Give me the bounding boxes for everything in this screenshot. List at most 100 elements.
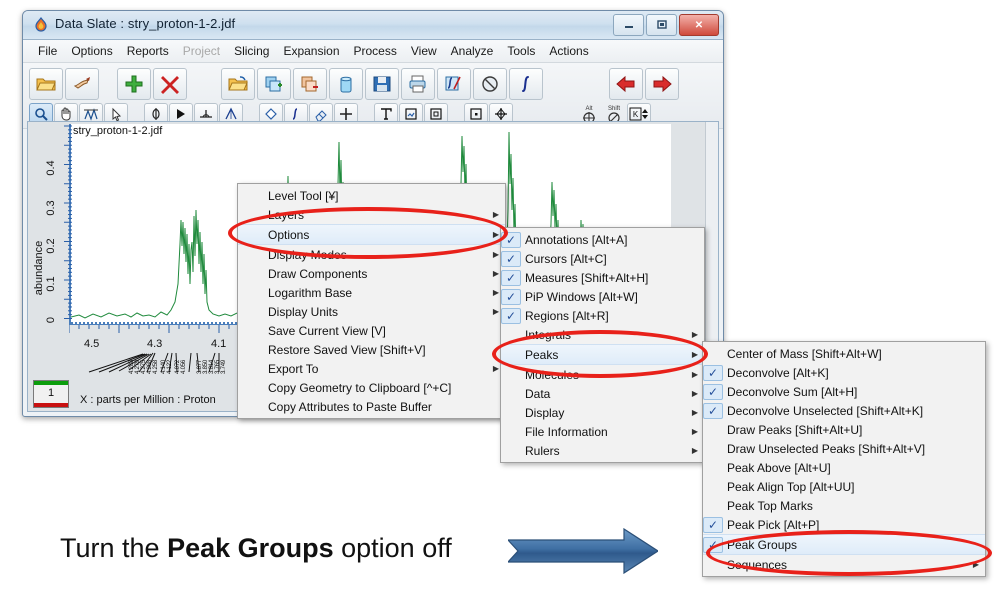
y-tick-1: 0.1 bbox=[45, 273, 57, 295]
menu-item-copy-geometry-to-clipboard-c[interactable]: Copy Geometry to Clipboard [^+C] bbox=[238, 378, 505, 397]
menu-slicing[interactable]: Slicing bbox=[227, 42, 276, 60]
add-plus-icon[interactable] bbox=[117, 68, 151, 100]
menu-options[interactable]: Options bbox=[64, 42, 119, 60]
integral-icon[interactable] bbox=[509, 68, 543, 100]
menu-item-label: Deconvolve Sum [Alt+H] bbox=[723, 385, 965, 399]
status-text: X : parts per Million : Proton bbox=[80, 394, 216, 406]
menu-file[interactable]: File bbox=[31, 42, 64, 60]
menu-item-label: Data bbox=[521, 387, 678, 401]
menu-item-label: Deconvolve Unselected [Shift+Alt+K] bbox=[723, 404, 965, 418]
minimize-button[interactable] bbox=[613, 14, 644, 36]
menu-item-measures-shift-alt-h[interactable]: ✓Measures [Shift+Alt+H] bbox=[501, 268, 704, 287]
menu-item-display[interactable]: Display▶ bbox=[501, 403, 704, 422]
menu-item-label: Rulers bbox=[521, 444, 678, 458]
menu-item-peak-top-marks[interactable]: Peak Top Marks bbox=[703, 496, 985, 515]
pointer-hand-icon[interactable] bbox=[65, 68, 99, 100]
close-button[interactable]: ✕ bbox=[679, 14, 719, 36]
menu-actions[interactable]: Actions bbox=[542, 42, 595, 60]
chevron-right-icon: ▶ bbox=[678, 370, 698, 379]
menu-item-draw-components[interactable]: Draw Components▶ bbox=[238, 264, 505, 283]
menu-item-rulers[interactable]: Rulers▶ bbox=[501, 441, 704, 460]
page-indicator[interactable]: 1 bbox=[33, 380, 69, 408]
menu-item-options[interactable]: Options▶ bbox=[238, 224, 505, 245]
menu-item-pip-windows-alt-w[interactable]: ✓PiP Windows [Alt+W] bbox=[501, 287, 704, 306]
menu-item-label: Annotations [Alt+A] bbox=[521, 233, 684, 247]
menu-item-save-current-view-v[interactable]: Save Current View [V] bbox=[238, 321, 505, 340]
svg-text:Shift: Shift bbox=[608, 106, 620, 112]
svg-text:K: K bbox=[633, 110, 639, 119]
integral-data-icon[interactable] bbox=[437, 68, 471, 100]
menu-item-logarithm-base[interactable]: Logarithm Base▶ bbox=[238, 283, 505, 302]
cancel-circle-icon[interactable] bbox=[473, 68, 507, 100]
open-data-icon[interactable] bbox=[221, 68, 255, 100]
submenu-peaks[interactable]: Center of Mass [Shift+Alt+W]✓Deconvolve … bbox=[702, 341, 986, 577]
instruction-arrow-icon bbox=[508, 528, 658, 579]
menu-item-data[interactable]: Data▶ bbox=[501, 384, 704, 403]
menu-item-level-tool[interactable]: Level Tool [¥] bbox=[238, 186, 505, 205]
menu-item-label: Export To bbox=[264, 362, 479, 376]
menu-tools[interactable]: Tools bbox=[500, 42, 542, 60]
context-menu-view-options[interactable]: Level Tool [¥]Layers▶Options▶Display Mod… bbox=[237, 183, 506, 419]
menu-item-annotations-alt-a[interactable]: ✓Annotations [Alt+A] bbox=[501, 230, 704, 249]
chevron-right-icon: ▶ bbox=[678, 427, 698, 436]
menu-item-label: Copy Attributes to Paste Buffer bbox=[264, 400, 485, 414]
menu-item-sequences[interactable]: Sequences▶ bbox=[703, 555, 985, 574]
menu-view[interactable]: View bbox=[404, 42, 444, 60]
menu-item-integrals[interactable]: Integrals▶ bbox=[501, 325, 704, 344]
remove-cross-icon[interactable] bbox=[153, 68, 187, 100]
open-folder-icon[interactable] bbox=[29, 68, 63, 100]
menu-item-label: Deconvolve [Alt+K] bbox=[723, 366, 965, 380]
maximize-button[interactable] bbox=[646, 14, 677, 36]
y-tick-3: 0.3 bbox=[45, 197, 57, 219]
menu-item-peak-groups[interactable]: ✓Peak Groups bbox=[703, 534, 985, 555]
menu-item-restore-saved-view-shift-v[interactable]: Restore Saved View [Shift+V] bbox=[238, 340, 505, 359]
menu-item-label: Logarithm Base bbox=[264, 286, 479, 300]
menu-item-draw-peaks-shift-alt-u[interactable]: Draw Peaks [Shift+Alt+U] bbox=[703, 420, 985, 439]
chevron-right-icon: ▶ bbox=[479, 210, 499, 219]
remove-layer-icon[interactable] bbox=[293, 68, 327, 100]
page-red-bar bbox=[34, 403, 68, 407]
menu-item-deconvolve-unselected-shift-alt-k[interactable]: ✓Deconvolve Unselected [Shift+Alt+K] bbox=[703, 401, 985, 420]
menu-item-peak-above-alt-u[interactable]: Peak Above [Alt+U] bbox=[703, 458, 985, 477]
menu-item-label: Draw Components bbox=[264, 267, 479, 281]
checkmark-icon: ✓ bbox=[703, 384, 723, 400]
menu-item-display-units[interactable]: Display Units▶ bbox=[238, 302, 505, 321]
menu-analyze[interactable]: Analyze bbox=[444, 42, 501, 60]
print-icon[interactable] bbox=[401, 68, 435, 100]
add-layer-icon[interactable] bbox=[257, 68, 291, 100]
menu-item-label: Draw Peaks [Shift+Alt+U] bbox=[723, 423, 965, 437]
menu-bar: File Options Reports Project Slicing Exp… bbox=[23, 40, 723, 63]
menu-item-label: Peak Groups bbox=[723, 538, 965, 552]
back-arrow-icon[interactable] bbox=[609, 68, 643, 100]
menu-item-deconvolve-alt-k[interactable]: ✓Deconvolve [Alt+K] bbox=[703, 363, 985, 382]
title-bar[interactable]: Data Slate : stry_proton-1-2.jdf ✕ bbox=[23, 11, 723, 40]
menu-item-display-modes[interactable]: Display Modes▶ bbox=[238, 245, 505, 264]
menu-item-peak-pick-alt-p[interactable]: ✓Peak Pick [Alt+P] bbox=[703, 515, 985, 534]
caption-before: Turn the bbox=[60, 533, 167, 563]
menu-item-molecules[interactable]: Molecules▶ bbox=[501, 365, 704, 384]
menu-item-regions-alt-r[interactable]: ✓Regions [Alt+R] bbox=[501, 306, 704, 325]
menu-item-deconvolve-sum-alt-h[interactable]: ✓Deconvolve Sum [Alt+H] bbox=[703, 382, 985, 401]
chevron-right-icon: ▶ bbox=[678, 330, 698, 339]
menu-item-export-to[interactable]: Export To▶ bbox=[238, 359, 505, 378]
checkmark-icon: ✓ bbox=[703, 403, 723, 419]
menu-item-center-of-mass-shift-alt-w[interactable]: Center of Mass [Shift+Alt+W] bbox=[703, 344, 985, 363]
menu-item-layers[interactable]: Layers▶ bbox=[238, 205, 505, 224]
menu-process[interactable]: Process bbox=[347, 42, 404, 60]
menu-item-peak-align-top-alt-uu[interactable]: Peak Align Top [Alt+UU] bbox=[703, 477, 985, 496]
forward-arrow-icon[interactable] bbox=[645, 68, 679, 100]
menu-item-file-information[interactable]: File Information▶ bbox=[501, 422, 704, 441]
menu-item-peaks[interactable]: Peaks▶ bbox=[501, 344, 704, 365]
menu-expansion[interactable]: Expansion bbox=[276, 42, 346, 60]
delete-trash-icon[interactable] bbox=[329, 68, 363, 100]
menu-item-copy-attributes-to-paste-buffer[interactable]: Copy Attributes to Paste Buffer bbox=[238, 397, 505, 416]
menu-reports[interactable]: Reports bbox=[120, 42, 176, 60]
svg-text:Alt: Alt bbox=[585, 106, 592, 112]
save-disk-icon[interactable] bbox=[365, 68, 399, 100]
menu-item-draw-unselected-peaks-shift-alt-v[interactable]: Draw Unselected Peaks [Shift+Alt+V] bbox=[703, 439, 985, 458]
checkmark-icon: ✓ bbox=[703, 517, 723, 533]
submenu-options[interactable]: ✓Annotations [Alt+A]✓Cursors [Alt+C]✓Mea… bbox=[500, 227, 705, 463]
x-tick-2: 4.1 bbox=[211, 338, 226, 350]
menu-item-cursors-alt-c[interactable]: ✓Cursors [Alt+C] bbox=[501, 249, 704, 268]
menu-item-label: File Information bbox=[521, 425, 678, 439]
